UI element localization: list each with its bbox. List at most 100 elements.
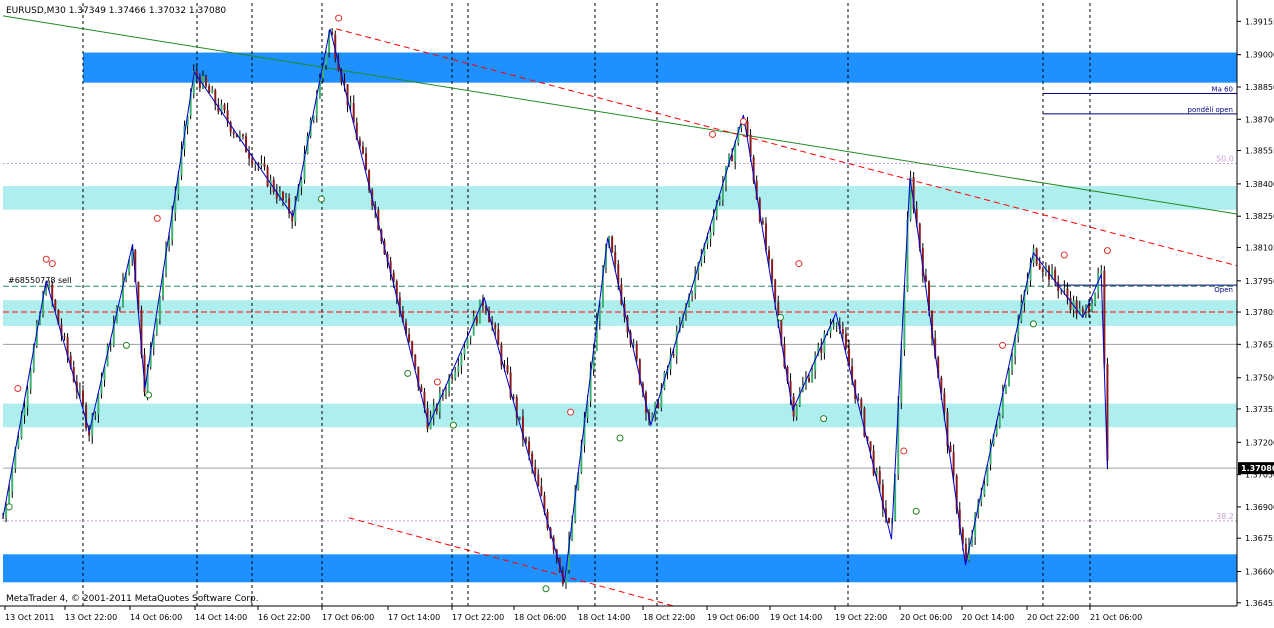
fractal-up-mark bbox=[42, 255, 50, 263]
pond-label: pondělí open bbox=[1188, 106, 1234, 114]
candle-body bbox=[1091, 303, 1094, 312]
candle-body bbox=[260, 163, 263, 166]
candle-body bbox=[285, 198, 288, 201]
candle-body bbox=[811, 370, 814, 382]
fractal-down-mark bbox=[145, 391, 153, 399]
candle-body bbox=[888, 517, 891, 524]
price-tick-label: 1.38250 bbox=[1245, 212, 1274, 221]
open-label: Open bbox=[1214, 286, 1233, 294]
candle-body bbox=[411, 341, 414, 355]
candle-body bbox=[300, 179, 303, 188]
candle-body bbox=[497, 329, 500, 345]
candle-body bbox=[795, 405, 798, 417]
candle-body bbox=[281, 192, 284, 201]
price-tick-label: 1.38555 bbox=[1245, 147, 1274, 156]
candle-body bbox=[451, 376, 454, 379]
time-tick-label: 19 Oct 14:00 bbox=[770, 613, 822, 622]
price-tick-label: 1.37200 bbox=[1245, 438, 1274, 447]
candle-body bbox=[26, 389, 29, 408]
candle-body bbox=[266, 166, 269, 187]
fractal-up-mark bbox=[999, 341, 1007, 349]
price-tick-label: 1.36755 bbox=[1245, 534, 1274, 543]
candle-body bbox=[709, 231, 712, 239]
candle-body bbox=[223, 104, 226, 111]
candle-body bbox=[232, 132, 235, 134]
candle-body bbox=[263, 163, 266, 167]
candle-body bbox=[81, 390, 84, 405]
candle-body bbox=[414, 354, 417, 367]
fractal-up-mark bbox=[567, 408, 575, 416]
candle-body bbox=[238, 134, 241, 138]
candle-body bbox=[635, 343, 638, 360]
price-tick-label: 1.38850 bbox=[1245, 83, 1274, 92]
price-chart[interactable]: 50.0 38.2 #68550778 sell Ma 60 pondělí open O… bbox=[0, 0, 1274, 624]
time-tick-label: 19 Oct 22:00 bbox=[835, 613, 887, 622]
candle-body bbox=[878, 470, 881, 485]
candle-body bbox=[768, 250, 771, 260]
zone-1 bbox=[3, 186, 1237, 210]
candle-body bbox=[844, 333, 847, 349]
time-tick-label: 17 Oct 14:00 bbox=[388, 613, 440, 622]
candle-body bbox=[1075, 300, 1078, 314]
candle-body bbox=[118, 306, 121, 308]
fractal-up-mark bbox=[1060, 251, 1068, 259]
fractal-up-mark bbox=[433, 378, 441, 386]
time-tick-label: 14 Oct 14:00 bbox=[195, 613, 247, 622]
candle-body bbox=[524, 438, 527, 442]
time-tick-label: 16 Oct 22:00 bbox=[258, 613, 310, 622]
fractal-down-mark bbox=[404, 369, 412, 377]
candle-body bbox=[445, 391, 448, 395]
time-tick-label: 13 Oct 2011 bbox=[5, 613, 54, 622]
price-tick-label: 1.36455 bbox=[1245, 599, 1274, 608]
fractal-down-mark bbox=[542, 585, 550, 593]
fractal-up-mark bbox=[14, 384, 22, 392]
fractal-up-mark bbox=[153, 214, 161, 222]
chart-canvas[interactable]: 50.0 38.2 #68550778 sell Ma 60 pondělí open O… bbox=[0, 0, 1274, 624]
time-axis[interactable] bbox=[0, 606, 1274, 624]
candle-body bbox=[518, 416, 521, 418]
price-tick-label: 1.38105 bbox=[1245, 243, 1274, 252]
candle-body bbox=[1041, 268, 1044, 272]
price-tick-label: 1.37500 bbox=[1245, 374, 1274, 383]
order-line-label: #68550778 sell bbox=[8, 276, 72, 285]
fib-level-label: 38.2 bbox=[1216, 512, 1234, 521]
time-tick-label: 19 Oct 06:00 bbox=[707, 613, 759, 622]
candle-body bbox=[808, 378, 811, 382]
candle-body bbox=[478, 299, 481, 324]
candle-body bbox=[860, 399, 863, 409]
candle-body bbox=[614, 251, 617, 265]
candle-body bbox=[718, 199, 721, 203]
candle-body bbox=[771, 259, 774, 280]
candle-body bbox=[361, 146, 364, 154]
candle-body bbox=[205, 76, 208, 87]
price-tick-label: 1.38400 bbox=[1245, 180, 1274, 189]
fractal-down-mark bbox=[820, 415, 828, 423]
candle-body bbox=[63, 335, 66, 337]
candle-body bbox=[528, 441, 531, 454]
candle-body bbox=[45, 288, 48, 294]
candle-body bbox=[494, 324, 497, 330]
candle-body bbox=[460, 354, 463, 366]
fractal-up-mark bbox=[900, 447, 908, 455]
candle-body bbox=[995, 427, 998, 435]
price-tick-label: 1.37655 bbox=[1245, 340, 1274, 349]
candle-body bbox=[241, 134, 244, 137]
fractal-down-mark bbox=[317, 195, 325, 203]
candle-body bbox=[211, 90, 214, 94]
candle-body bbox=[1004, 386, 1007, 394]
candle-body bbox=[1038, 264, 1041, 269]
time-tick-label: 21 Oct 06:00 bbox=[1090, 613, 1142, 622]
price-tick-label: 1.37950 bbox=[1245, 277, 1274, 286]
candle-body bbox=[706, 238, 709, 245]
time-tick-label: 18 Oct 14:00 bbox=[578, 613, 630, 622]
candle-body bbox=[78, 390, 81, 392]
fractal-down-mark bbox=[616, 434, 624, 442]
time-tick-label: 18 Oct 06:00 bbox=[514, 613, 566, 622]
candle-body bbox=[109, 345, 112, 347]
price-tick-label: 1.36600 bbox=[1245, 568, 1274, 577]
price-tick-label: 1.39000 bbox=[1245, 51, 1274, 60]
candle-body bbox=[408, 333, 411, 342]
candle-body bbox=[1081, 308, 1084, 313]
candle-body bbox=[949, 445, 952, 453]
fib-level-label: 50.0 bbox=[1216, 154, 1234, 163]
